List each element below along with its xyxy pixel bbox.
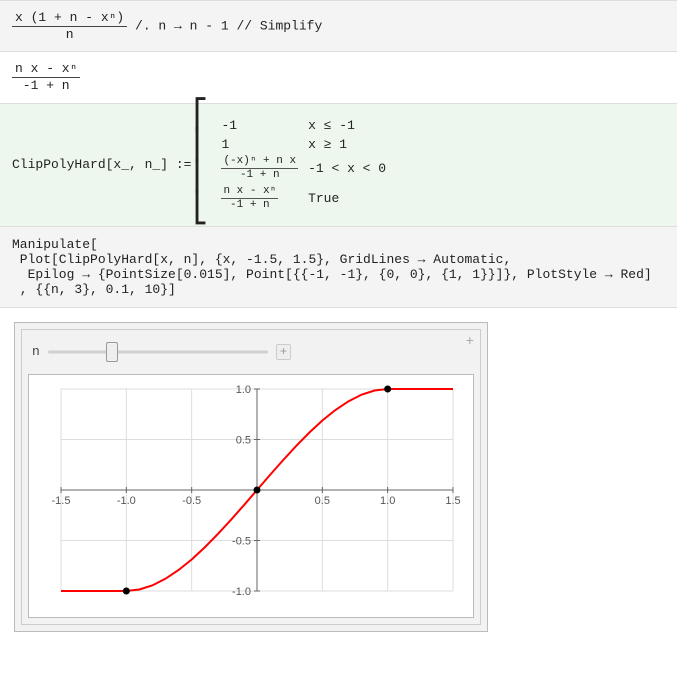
piecewise-row: (-x)ⁿ + n x -1 + n -1 < x < 0 [221,156,386,182]
cell-output: n x - xⁿ -1 + n [0,51,677,102]
svg-text:0.5: 0.5 [315,495,330,507]
fraction: x (1 + n - xⁿ) n [12,11,127,41]
plot-frame: -1.5 -1.0 -0.5 0.5 1.0 1.5 -1.0 -0.5 0.5 1.0 [28,374,474,618]
piecewise-cond: x ≤ -1 [308,118,386,133]
slider[interactable] [48,345,268,359]
piecewise-cond: True [308,186,386,212]
cell-widget: + n + -1.5 -1.0 -0.5 0.5 1.0 1.5 -1.0 -0.5 0.5 1.… [0,307,677,646]
piecewise-cond: -1 < x < 0 [308,156,386,182]
svg-text:-0.5: -0.5 [232,535,251,547]
svg-text:-1.0: -1.0 [232,586,251,598]
svg-text:-0.5: -0.5 [182,495,201,507]
svg-text:1.0: 1.0 [380,495,395,507]
code-line: , {{n, 3}, 0.1, 10}] [12,282,665,297]
piecewise-value: (-x)ⁿ + n x -1 + n [221,156,298,182]
input-tail: /. n → n - 1 // Simplify [135,19,322,34]
piecewise-brace: ⎡⎢⎢⎣ -1 x ≤ -1 1 x ≥ 1 (-x)ⁿ + n x -1 + … [191,114,396,216]
code-line: Plot[ClipPolyHard[x, n], {x, -1.5, 1.5},… [12,252,665,267]
manipulate-inner: + n + -1.5 -1.0 -0.5 0.5 1.0 1.5 -1.0 -0.5 0.5 1.… [21,329,481,625]
slider-track [48,350,268,353]
piecewise-table: -1 x ≤ -1 1 x ≥ 1 (-x)ⁿ + n x -1 + n -1 … [211,114,396,216]
cell-definition: ClipPolyHard[x_, n_] := ⎡⎢⎢⎣ -1 x ≤ -1 1… [0,103,677,226]
piecewise-row: -1 x ≤ -1 [221,118,386,133]
code-line: Epilog → {PointSize[0.015], Point[{{-1, … [12,267,665,282]
svg-text:-1.5: -1.5 [52,495,71,507]
piecewise-value: -1 [221,118,298,133]
piecewise-value: n x - xⁿ -1 + n [221,186,298,212]
fraction-numerator: x (1 + n - xⁿ) [12,11,127,26]
piecewise-row: 1 x ≥ 1 [221,137,386,152]
piecewise-row: n x - xⁿ -1 + n True [221,186,386,212]
add-control-button[interactable]: + [466,334,474,350]
plot: -1.5 -1.0 -0.5 0.5 1.0 1.5 -1.0 -0.5 0.5 1.0 [33,379,463,609]
fraction-denominator: n [12,26,127,42]
svg-text:1.5: 1.5 [445,495,460,507]
cell-code: Manipulate[ Plot[ClipPolyHard[x, n], {x,… [0,226,677,307]
piecewise-cond: x ≥ 1 [308,137,386,152]
brace-icon: ⎡⎢⎢⎣ [191,114,211,216]
fraction: n x - xⁿ -1 + n [12,62,80,92]
slider-label: n [32,344,40,359]
svg-text:1.0: 1.0 [236,384,251,396]
slider-row: n + [32,344,470,360]
manipulate-panel: + n + -1.5 -1.0 -0.5 0.5 1.0 1.5 -1.0 -0.5 0.5 1.… [14,322,488,632]
fraction-numerator: n x - xⁿ [12,62,80,77]
slider-expand-button[interactable]: + [276,344,291,360]
piecewise-value: 1 [221,137,298,152]
cell-input: x (1 + n - xⁿ) n /. n → n - 1 // Simplif… [0,0,677,51]
svg-text:0.5: 0.5 [236,434,251,446]
definition-lhs: ClipPolyHard[x_, n_] := [12,157,191,172]
fraction-denominator: -1 + n [12,77,80,93]
code-line: Manipulate[ [12,237,665,252]
slider-thumb[interactable] [106,342,118,362]
svg-text:-1.0: -1.0 [117,495,136,507]
